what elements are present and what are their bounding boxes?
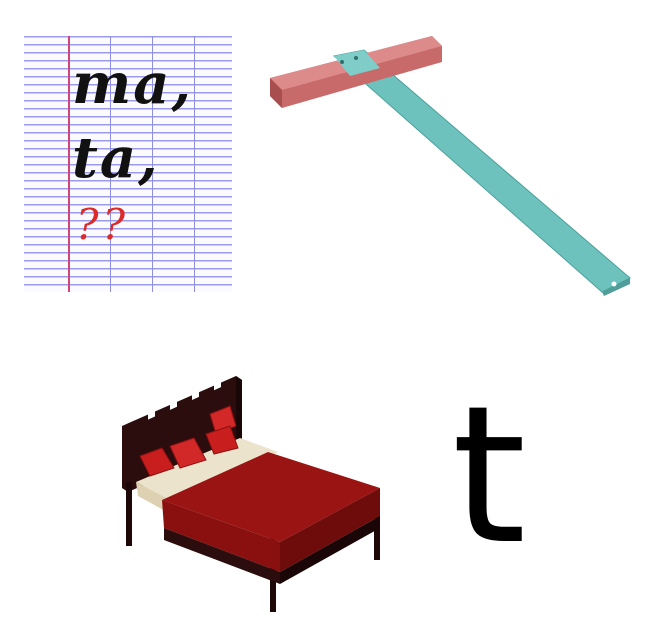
grid-line: [194, 36, 196, 292]
bed-post: [126, 482, 132, 546]
bed-picture: [122, 376, 380, 612]
headboard-side: [236, 376, 242, 442]
syllable-line-2: ta,: [72, 125, 160, 191]
letter-t: t: [451, 365, 527, 586]
syllable-line-1: ma,: [72, 51, 194, 117]
hang-hole: [611, 281, 617, 287]
margin-line: [68, 36, 70, 292]
ruler-blade: [332, 49, 631, 293]
rivet: [354, 56, 358, 60]
rivet: [340, 60, 344, 64]
notebook-card: ma, ta, ??: [24, 36, 232, 292]
t-square-picture: [270, 36, 631, 296]
question-marks: ??: [76, 200, 130, 249]
